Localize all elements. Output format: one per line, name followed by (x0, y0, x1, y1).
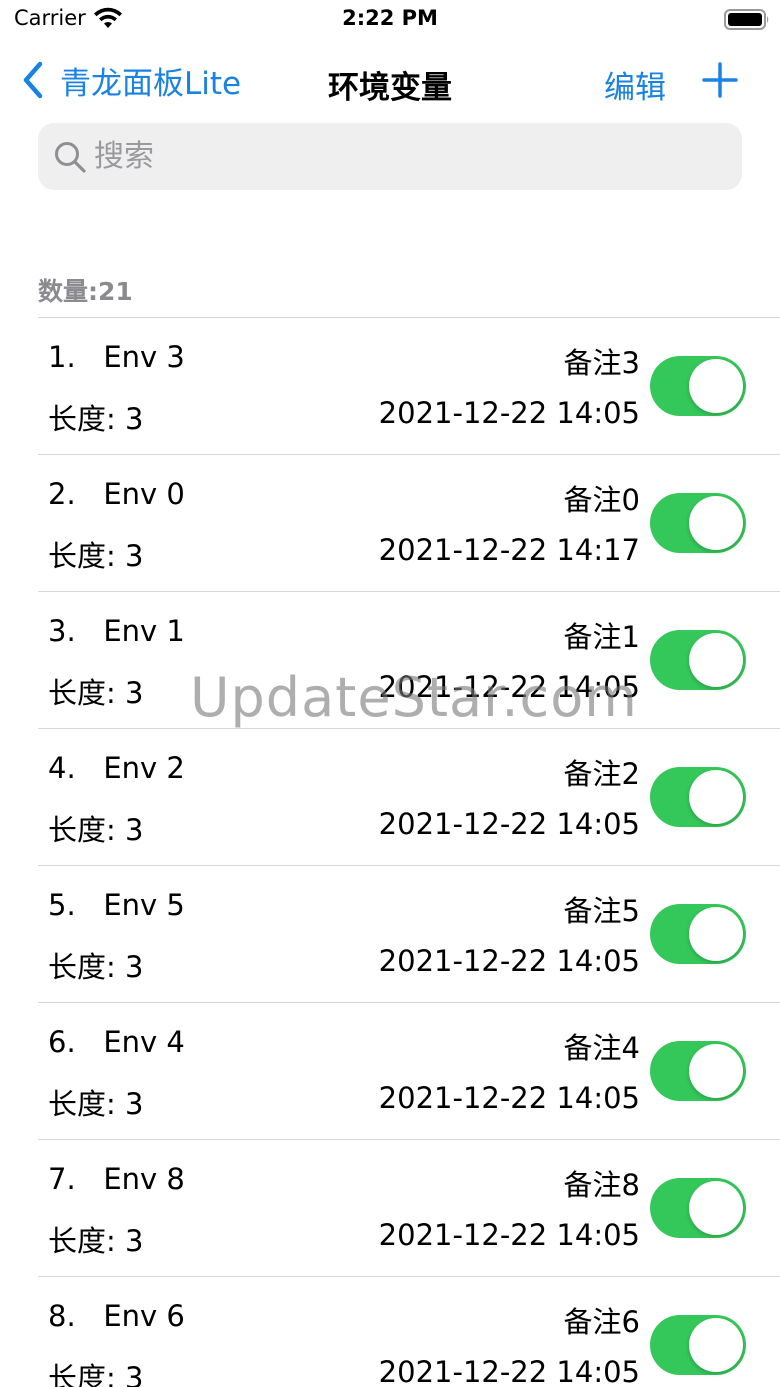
screen: Carrier 2:22 PM 青龙面板Lite 环境变量 编辑 搜索 数量:2… (0, 0, 780, 1387)
toggle-knob (689, 1044, 743, 1098)
env-name: 6. Env 4 (48, 1025, 185, 1059)
edit-button[interactable]: 编辑 (604, 62, 666, 107)
list-item[interactable]: 6. Env 4 长度: 3 备注4 2021-12-22 14:05 (38, 1003, 780, 1140)
env-name: 1. Env 3 (48, 340, 185, 374)
item-count-label: 数量:21 (38, 277, 133, 306)
env-note: 备注1 (563, 620, 640, 654)
env-name: 8. Env 6 (48, 1299, 185, 1333)
status-time: 2:22 PM (342, 6, 438, 30)
enable-toggle[interactable] (650, 356, 746, 416)
env-date: 2021-12-22 14:05 (378, 670, 640, 704)
env-length: 长度: 3 (48, 1087, 144, 1121)
env-note: 备注5 (563, 894, 640, 928)
env-note: 备注8 (563, 1168, 640, 1202)
env-name: 2. Env 0 (48, 477, 185, 511)
search-input[interactable] (94, 131, 714, 181)
env-note: 备注4 (563, 1031, 640, 1065)
env-length: 长度: 3 (48, 402, 144, 436)
enable-toggle[interactable] (650, 493, 746, 553)
list-item[interactable]: 5. Env 5 长度: 3 备注5 2021-12-22 14:05 (38, 866, 780, 1003)
enable-toggle[interactable] (650, 904, 746, 964)
navigation-bar: 青龙面板Lite 环境变量 编辑 (0, 48, 780, 112)
env-length: 长度: 3 (48, 539, 144, 573)
env-name: 5. Env 5 (48, 888, 185, 922)
env-date: 2021-12-22 14:05 (378, 944, 640, 978)
toggle-knob (689, 496, 743, 550)
env-variable-list: 1. Env 3 长度: 3 备注3 2021-12-22 14:05 2. E… (38, 317, 780, 1387)
enable-toggle[interactable] (650, 767, 746, 827)
list-item[interactable]: 3. Env 1 长度: 3 备注1 2021-12-22 14:05 (38, 592, 780, 729)
env-note: 备注3 (563, 346, 640, 380)
env-note: 备注2 (563, 757, 640, 791)
status-bar: Carrier 2:22 PM (0, 0, 780, 40)
env-length: 长度: 3 (48, 676, 144, 710)
toggle-knob (689, 907, 743, 961)
enable-toggle[interactable] (650, 1315, 746, 1375)
battery-icon (724, 9, 769, 30)
plus-icon[interactable] (700, 60, 740, 100)
env-date: 2021-12-22 14:05 (378, 1355, 640, 1387)
env-name: 4. Env 2 (48, 751, 185, 785)
toggle-knob (689, 770, 743, 824)
search-bar[interactable] (38, 123, 742, 190)
search-icon (55, 142, 86, 173)
enable-toggle[interactable] (650, 1041, 746, 1101)
env-date: 2021-12-22 14:05 (378, 807, 640, 841)
list-item[interactable]: 7. Env 8 长度: 3 备注8 2021-12-22 14:05 (38, 1140, 780, 1277)
env-length: 长度: 3 (48, 950, 144, 984)
env-length: 长度: 3 (48, 1361, 144, 1387)
toggle-knob (689, 633, 743, 687)
toggle-knob (689, 1181, 743, 1235)
env-date: 2021-12-22 14:05 (378, 1218, 640, 1252)
env-name: 7. Env 8 (48, 1162, 185, 1196)
env-date: 2021-12-22 14:05 (378, 396, 640, 430)
list-item[interactable]: 2. Env 0 长度: 3 备注0 2021-12-22 14:17 (38, 455, 780, 592)
env-length: 长度: 3 (48, 1224, 144, 1258)
env-note: 备注6 (563, 1305, 640, 1339)
env-note: 备注0 (563, 483, 640, 517)
toggle-knob (689, 359, 743, 413)
env-date: 2021-12-22 14:05 (378, 1081, 640, 1115)
toggle-knob (689, 1318, 743, 1372)
list-item[interactable]: 1. Env 3 长度: 3 备注3 2021-12-22 14:05 (38, 318, 780, 455)
enable-toggle[interactable] (650, 630, 746, 690)
env-date: 2021-12-22 14:17 (378, 533, 640, 567)
list-item[interactable]: 8. Env 6 长度: 3 备注6 2021-12-22 14:05 (38, 1277, 780, 1387)
env-name: 3. Env 1 (48, 614, 185, 648)
list-item[interactable]: 4. Env 2 长度: 3 备注2 2021-12-22 14:05 (38, 729, 780, 866)
env-length: 长度: 3 (48, 813, 144, 847)
enable-toggle[interactable] (650, 1178, 746, 1238)
